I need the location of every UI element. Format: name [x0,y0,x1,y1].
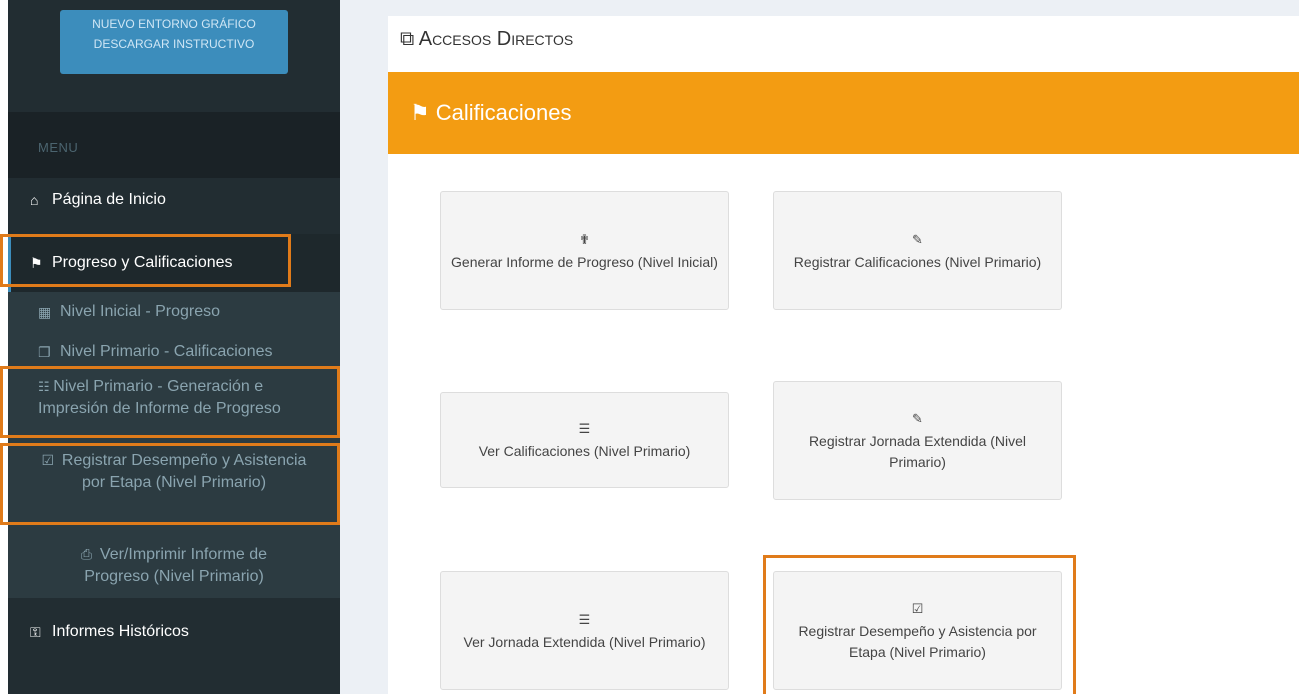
flag-icon: ⚑ [410,100,430,125]
list-icon: ☰ [578,611,591,627]
banner-line-1: NUEVO ENTORNO GRÁFICO [92,17,256,31]
sidebar-item-historicos[interactable]: ⚿ Informes Históricos [8,610,340,654]
sidebar-item-imprimir-informe[interactable]: ⎙ Ver/Imprimir Informe de Progreso (Nive… [8,543,340,588]
edit-icon: ✎ [912,411,923,426]
edit-icon: ✎ [912,231,923,247]
calendar-icon: ▦ [38,304,52,320]
tile-label: Ver Jornada Extendida (Nivel Primario) [463,633,706,650]
sidebar-item-label: Ver/Imprimir Informe de Progreso (Nivel … [84,546,268,585]
section-title: Calificaciones [435,100,572,125]
tile-registrar-calificaciones[interactable]: ✎ Registrar Calificaciones (Nivel Primar… [773,191,1062,310]
tile-label: Ver Calificaciones (Nivel Primario) [478,443,691,459]
home-icon: ⌂ [30,192,39,208]
key-icon: ⚿ [30,623,41,640]
banner-line-2: DESCARGAR INSTRUCTIVO [93,37,255,51]
highlight-tile-registrar [763,555,1076,694]
sidebar-item-nivel-inicial[interactable]: ▦ Nivel Inicial - Progreso [8,301,340,323]
sidebar-item-label: Informes Históricos [52,623,189,640]
tile-generar-informe[interactable]: ✟ Generar Informe de Progreso (Nivel Ini… [440,191,729,310]
section-header: ⚑ Calificaciones [388,72,1299,154]
sidebar-item-label: Nivel Inicial - Progreso [60,303,221,320]
tile-label: Generar Informe de Progreso (Nivel Inici… [451,253,718,270]
tile-label: Registrar Jornada Extendida (Nivel Prima… [808,433,1027,470]
instructivo-download-button[interactable]: NUEVO ENTORNO GRÁFICO DESCARGAR INSTRUCT… [60,10,288,74]
sidebar-item-label: Nivel Primario - Calificaciones [60,343,273,360]
sidebar: NUEVO ENTORNO GRÁFICO DESCARGAR INSTRUCT… [0,0,340,694]
tile-ver-jornada[interactable]: ☰ Ver Jornada Extendida (Nivel Primario) [440,571,729,690]
sidebar-item-home[interactable]: ⌂ Página de Inicio [8,178,340,222]
menu-header: MENU [8,112,340,178]
highlight-progreso [0,234,291,287]
tile-ver-calificaciones[interactable]: ☰ Ver Calificaciones (Nivel Primario) [440,392,729,488]
panel-title-text: Accesos Directos [418,28,574,50]
child-icon: ✟ [579,231,590,247]
print-icon: ⎙ [80,546,100,562]
external-link-icon: ⧉ [400,28,415,50]
sidebar-item-label: Página de Inicio [52,191,166,208]
highlight-generacion [0,366,340,438]
sidebar-item-primario-calificaciones[interactable]: ❐ Nivel Primario - Calificaciones [8,341,340,363]
tile-registrar-jornada[interactable]: ✎ Registrar Jornada Extendida (Nivel Pri… [773,381,1062,500]
tile-label: Registrar Calificaciones (Nivel Primario… [793,253,1042,270]
panel-title: ⧉ Accesos Directos [400,28,573,51]
list-icon: ☰ [578,421,591,436]
left-edge [0,0,8,694]
highlight-registrar [0,443,340,525]
copy-icon: ❐ [38,344,51,360]
